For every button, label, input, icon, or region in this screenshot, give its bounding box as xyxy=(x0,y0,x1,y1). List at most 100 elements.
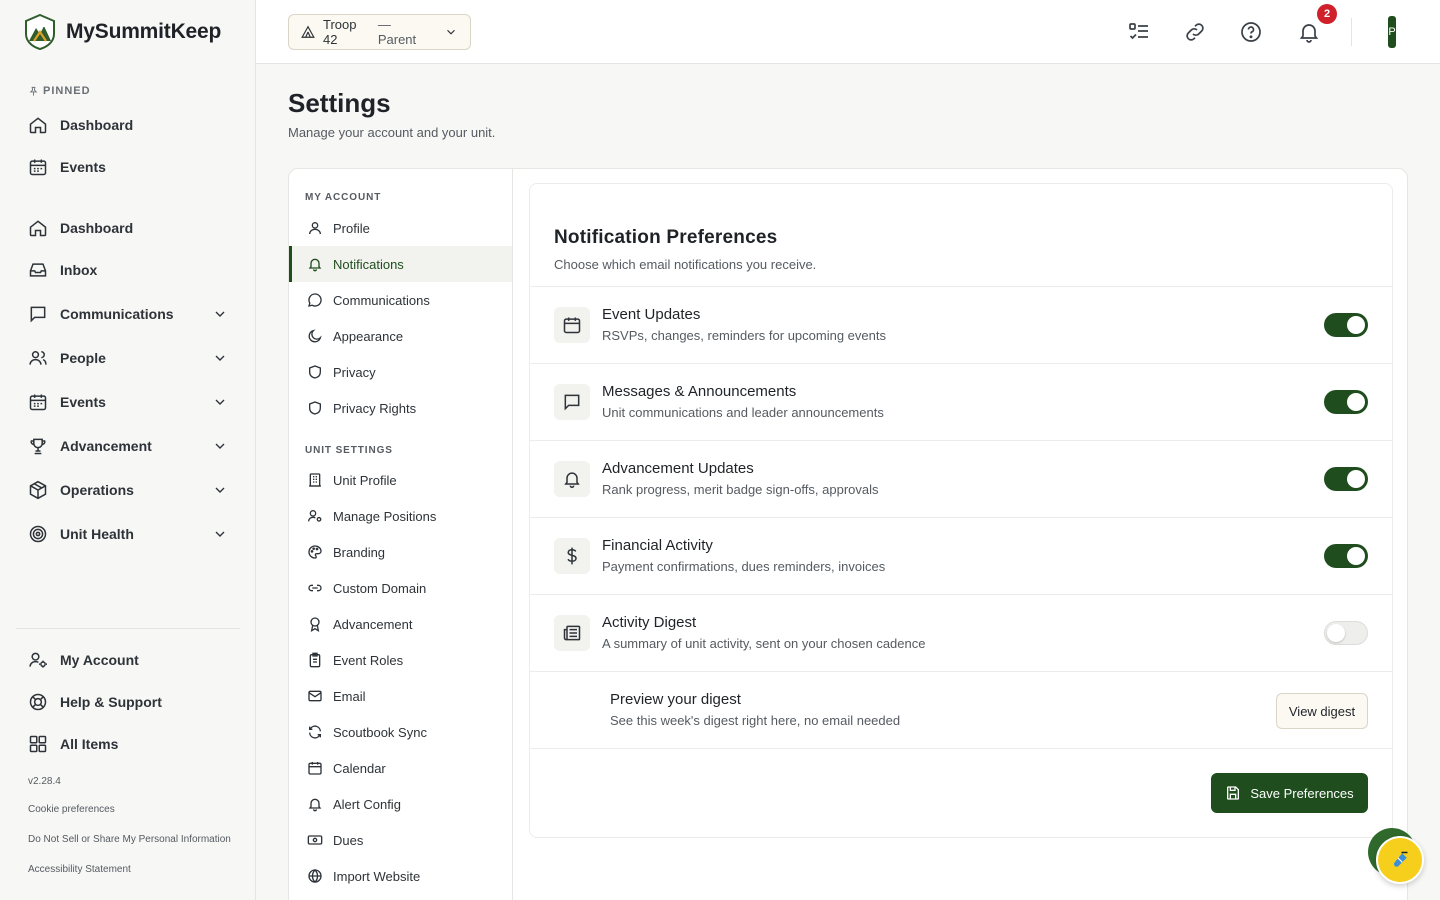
pref-description: Unit communications and leader announcem… xyxy=(602,405,884,420)
settings-nav-dues[interactable]: Dues xyxy=(289,822,512,858)
user-gear-icon xyxy=(28,650,48,670)
sidebar-item-help-support[interactable]: Help & Support xyxy=(28,690,228,714)
user-icon xyxy=(307,220,323,236)
notification-badge: 2 xyxy=(1317,4,1337,24)
save-preferences-button[interactable]: Save Preferences xyxy=(1211,773,1368,813)
preview-title: Preview your digest xyxy=(610,691,741,708)
settings-nav-privacy[interactable]: Privacy xyxy=(289,354,512,390)
link-icon xyxy=(307,580,323,596)
settings-nav-advancement[interactable]: Advancement xyxy=(289,606,512,642)
checklist-icon[interactable] xyxy=(1127,20,1151,44)
calendar-icon xyxy=(554,307,590,343)
settings-nav-scoutbook-sync[interactable]: Scoutbook Sync xyxy=(289,714,512,750)
sidebar-item-people[interactable]: People xyxy=(28,346,228,370)
sidebar-item-inbox[interactable]: Inbox xyxy=(28,258,228,282)
accessibility-statement-link[interactable]: Accessibility Statement xyxy=(28,864,131,875)
newspaper-icon xyxy=(554,615,590,651)
pref-row-advancement: Advancement Updates Rank progress, merit… xyxy=(530,440,1392,517)
calendar-icon xyxy=(28,392,48,412)
settings-nav-profile[interactable]: Profile xyxy=(289,210,512,246)
chevron-down-icon[interactable] xyxy=(212,438,228,454)
inbox-icon xyxy=(28,260,48,280)
top-bar: Troop 42 — Parent 2 P xyxy=(256,0,1440,64)
bell-icon[interactable] xyxy=(1297,20,1321,44)
settings-nav-privacy-rights[interactable]: Privacy Rights xyxy=(289,390,512,426)
settings-nav-event-roles[interactable]: Event Roles xyxy=(289,642,512,678)
activity-digest-toggle[interactable] xyxy=(1324,621,1368,645)
pref-title: Messages & Announcements xyxy=(602,383,797,400)
box-icon xyxy=(28,480,48,500)
chevron-down-icon[interactable] xyxy=(212,350,228,366)
help-icon[interactable] xyxy=(1239,20,1263,44)
pref-row-event-updates: Event Updates RSVPs, changes, reminders … xyxy=(530,286,1392,363)
settings-nav-email[interactable]: Email xyxy=(289,678,512,714)
settings-nav-communications[interactable]: Communications xyxy=(289,282,512,318)
home-icon xyxy=(28,218,48,238)
settings-nav-notifications[interactable]: Notifications xyxy=(289,246,512,282)
sidebar-item-communications[interactable]: Communications xyxy=(28,302,228,326)
trophy-icon xyxy=(28,436,48,456)
sidebar-item-unit-health[interactable]: Unit Health xyxy=(28,522,228,546)
settings-nav-unit-profile[interactable]: Unit Profile xyxy=(289,462,512,498)
sidebar-item-pinned-dashboard[interactable]: Dashboard xyxy=(28,113,228,137)
messages-announcements-toggle[interactable] xyxy=(1324,390,1368,414)
sidebar-item-operations[interactable]: Operations xyxy=(28,478,228,502)
card-title: Notification Preferences xyxy=(554,227,778,248)
settings-nav-alert-config[interactable]: Alert Config xyxy=(289,786,512,822)
chevron-down-icon[interactable] xyxy=(212,394,228,410)
chevron-down-icon[interactable] xyxy=(212,306,228,322)
chevron-down-icon xyxy=(444,25,458,39)
shield-icon xyxy=(307,400,323,416)
unit-role: — Parent xyxy=(377,17,417,47)
lifebuoy-icon xyxy=(28,692,48,712)
view-digest-button[interactable]: View digest xyxy=(1276,693,1368,729)
pref-row-messages: Messages & Announcements Unit communicat… xyxy=(530,363,1392,440)
bell-icon xyxy=(307,796,323,812)
settings-panel: MY ACCOUNT Profile Notifications Communi… xyxy=(288,168,1408,900)
brand[interactable]: MySummitKeep xyxy=(24,14,221,50)
chevron-down-icon[interactable] xyxy=(212,482,228,498)
dollar-icon xyxy=(554,538,590,574)
refresh-icon xyxy=(307,724,323,740)
pref-description: A summary of unit activity, sent on your… xyxy=(602,636,926,651)
sidebar-item-dashboard[interactable]: Dashboard xyxy=(28,216,228,240)
cash-icon xyxy=(307,832,323,848)
settings-nav-branding[interactable]: Branding xyxy=(289,534,512,570)
financial-activity-toggle[interactable] xyxy=(1324,544,1368,568)
link-icon[interactable] xyxy=(1183,20,1207,44)
settings-nav-calendar[interactable]: Calendar xyxy=(289,750,512,786)
pref-description: Payment confirmations, dues reminders, i… xyxy=(602,559,886,574)
cookie-preferences-link[interactable]: Cookie preferences xyxy=(28,804,115,815)
pin-icon xyxy=(28,86,39,97)
pref-title: Activity Digest xyxy=(602,614,697,631)
advancement-updates-toggle[interactable] xyxy=(1324,467,1368,491)
event-updates-toggle[interactable] xyxy=(1324,313,1368,337)
pref-row-digest: Activity Digest A summary of unit activi… xyxy=(530,594,1392,671)
pref-title: Advancement Updates xyxy=(602,460,754,477)
sidebar-item-pinned-events[interactable]: Events xyxy=(28,155,228,179)
mail-icon xyxy=(307,688,323,704)
do-not-sell-link[interactable]: Do Not Sell or Share My Personal Informa… xyxy=(28,834,231,845)
floating-tools-button[interactable] xyxy=(1376,836,1424,884)
bell-icon xyxy=(554,461,590,497)
settings-nav-manage-positions[interactable]: Manage Positions xyxy=(289,498,512,534)
sidebar-item-advancement[interactable]: Advancement xyxy=(28,434,228,458)
bell-icon xyxy=(307,256,323,272)
sidebar-item-my-account[interactable]: My Account xyxy=(28,648,228,672)
settings-nav-custom-domain[interactable]: Custom Domain xyxy=(289,570,512,606)
chevron-down-icon[interactable] xyxy=(212,526,228,542)
unit-selector[interactable]: Troop 42 — Parent xyxy=(288,14,471,50)
shield-icon xyxy=(307,364,323,380)
target-icon xyxy=(28,524,48,544)
settings-nav-appearance[interactable]: Appearance xyxy=(289,318,512,354)
settings-nav: MY ACCOUNT Profile Notifications Communi… xyxy=(289,169,513,900)
sidebar-item-all-items[interactable]: All Items xyxy=(28,732,228,756)
unit-settings-group-label: UNIT SETTINGS xyxy=(305,445,393,456)
pref-description: Rank progress, merit badge sign-offs, ap… xyxy=(602,482,879,497)
settings-nav-import-website[interactable]: Import Website xyxy=(289,858,512,894)
sidebar-item-events[interactable]: Events xyxy=(28,390,228,414)
home-icon xyxy=(28,115,48,135)
avatar[interactable]: P xyxy=(1388,16,1396,48)
palette-icon xyxy=(307,544,323,560)
notification-preferences-card: Notification Preferences Choose which em… xyxy=(529,183,1393,838)
